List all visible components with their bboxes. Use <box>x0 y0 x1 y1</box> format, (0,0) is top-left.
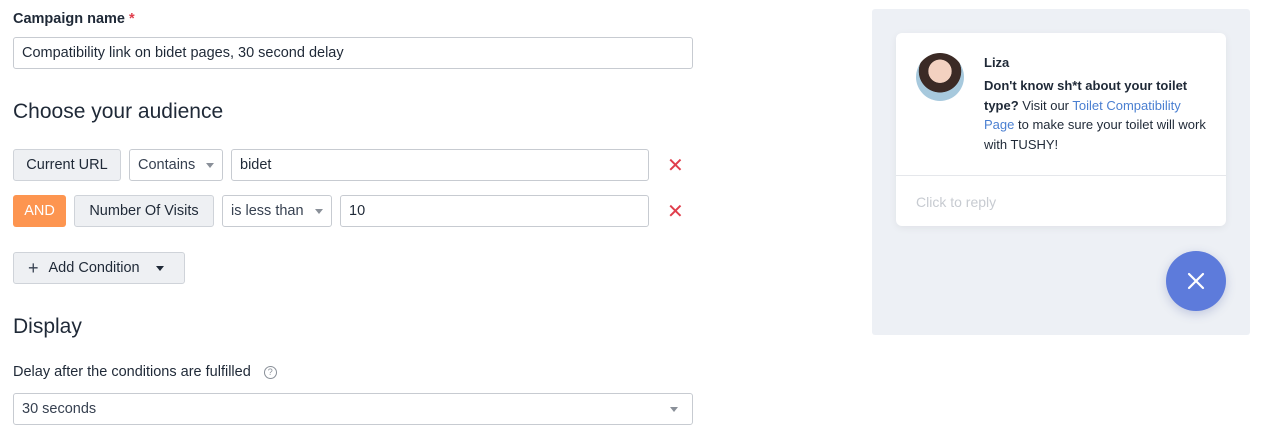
condition-2-field[interactable]: Number Of Visits <box>74 195 214 227</box>
sender-name: Liza <box>984 55 1010 70</box>
condition-1-operator[interactable]: Contains <box>129 149 223 181</box>
campaign-name-input[interactable]: Compatibility link on bidet pages, 30 se… <box>13 37 693 69</box>
caret-down-icon <box>670 406 678 412</box>
chat-message-card[interactable]: Liza Don't know sh*t about your toilet t… <box>896 33 1226 226</box>
condition-1-value: bidet <box>240 157 272 173</box>
caret-down-icon <box>206 162 214 168</box>
campaign-name-label: Campaign name * <box>13 11 135 27</box>
remove-condition-2-icon[interactable]: ✕ <box>667 202 684 222</box>
caret-down-icon <box>315 208 323 214</box>
caret-down-icon <box>155 265 164 271</box>
message-text: Visit our <box>1018 97 1073 113</box>
and-connector[interactable]: AND <box>13 195 66 227</box>
campaign-name-value: Compatibility link on bidet pages, 30 se… <box>22 45 344 61</box>
required-mark: * <box>129 11 135 27</box>
delay-label: Delay after the conditions are fulfilled… <box>13 364 277 380</box>
card-divider <box>896 175 1226 176</box>
condition-2-value-input[interactable]: 10 <box>340 195 649 227</box>
reply-input[interactable]: Click to reply <box>916 194 996 210</box>
audience-title: Choose your audience <box>13 100 224 123</box>
condition-1-value-input[interactable]: bidet <box>231 149 649 181</box>
condition-2-value: 10 <box>349 203 366 219</box>
add-condition-button[interactable]: + Add Condition <box>13 252 185 284</box>
plus-icon: + <box>28 257 39 278</box>
avatar <box>916 53 964 101</box>
add-condition-label: Add Condition <box>48 260 140 276</box>
condition-1-operator-text: Contains <box>138 157 196 173</box>
condition-2-operator-text: is less than <box>231 203 304 219</box>
display-title: Display <box>13 315 82 338</box>
delay-select-value: 30 seconds <box>22 401 97 417</box>
delay-select[interactable]: 30 seconds <box>13 393 693 425</box>
campaign-name-label-text: Campaign name <box>13 11 125 27</box>
condition-2-operator[interactable]: is less than <box>222 195 332 227</box>
close-icon <box>1187 272 1205 290</box>
chat-message: Don't know sh*t about your toilet type? … <box>984 76 1208 154</box>
delay-label-text: Delay after the conditions are fulfilled <box>13 364 251 380</box>
condition-1-field[interactable]: Current URL <box>13 149 121 181</box>
message-text-end: to make sure your toilet will work with … <box>984 117 1206 152</box>
close-chat-button[interactable] <box>1166 251 1226 311</box>
remove-condition-1-icon[interactable]: ✕ <box>667 156 684 176</box>
help-icon[interactable]: ? <box>263 365 277 379</box>
